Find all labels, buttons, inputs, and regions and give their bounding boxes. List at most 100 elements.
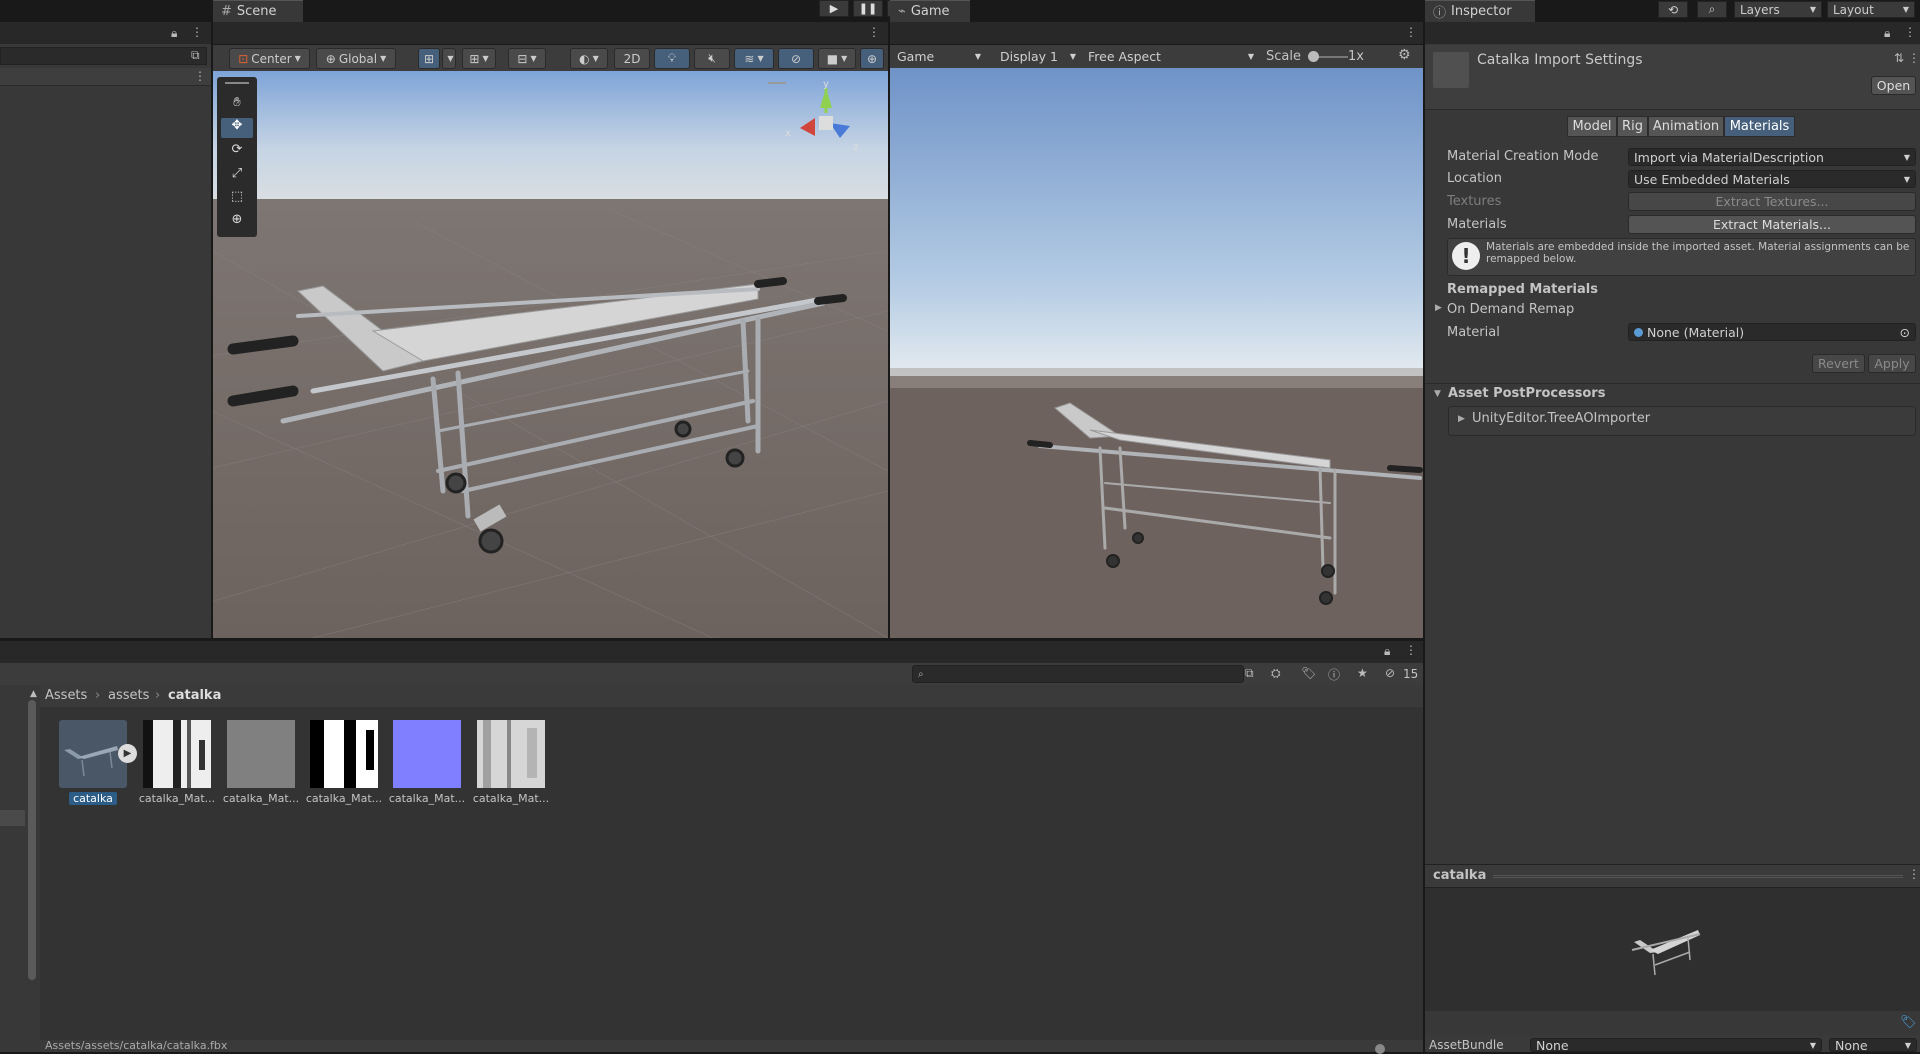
gizmo-menu-icon[interactable] <box>768 82 786 84</box>
bug-icon[interactable]: ⚙ <box>1398 47 1411 63</box>
foldout-arrow-icon[interactable]: ▶ <box>1435 303 1442 313</box>
transform-tool-button[interactable]: ⊕ <box>221 212 253 232</box>
lock-icon[interactable]: 🔒︎ <box>1884 26 1890 41</box>
location-dropdown[interactable]: Use Embedded Materials ▼ <box>1628 170 1916 188</box>
scale-tool-button[interactable]: ⤢ <box>221 166 253 186</box>
more-menu-icon[interactable]: ⋮ <box>194 69 206 83</box>
more-menu-icon[interactable]: ⋮ <box>1405 25 1417 39</box>
audio-toggle[interactable]: 🔇︎ <box>694 48 730 69</box>
pause-button[interactable]: ❚❚ <box>853 0 883 17</box>
palette-handle[interactable] <box>225 82 249 84</box>
view-type-dropdown[interactable]: Game ▼ <box>892 47 986 65</box>
scene-visibility-icon[interactable]: ⧉ <box>191 48 200 63</box>
display-dropdown[interactable]: Display 1 ▼ <box>995 47 1081 65</box>
tab-game[interactable]: ⌁ Game <box>890 0 970 22</box>
gizmos-toggle[interactable]: ⊕ <box>860 48 884 69</box>
orientation-gizmo-icon[interactable]: y x z <box>775 78 865 158</box>
layers-dropdown[interactable]: Layers ▼ <box>1734 1 1822 18</box>
asset-label-normal-map[interactable]: catalka_Mat... <box>385 792 469 805</box>
folder-tree-selected-row[interactable] <box>0 810 25 826</box>
label-tag-icon[interactable]: 🏷︎ <box>1900 1015 1917 1030</box>
camera-dropdown[interactable]: ■ ▼ <box>818 48 856 69</box>
asset-thumb-texture-3[interactable] <box>310 720 378 788</box>
tab-materials[interactable]: Materials <box>1724 116 1795 137</box>
asset-label-texture-3[interactable]: catalka_Mat... <box>302 792 386 805</box>
apply-button[interactable]: Apply <box>1868 354 1916 373</box>
more-menu-icon[interactable]: ⋮ <box>868 25 880 39</box>
grid-snap-dropdown[interactable]: ▼ <box>442 48 456 69</box>
hand-tool-button[interactable]: ✋︎ <box>221 95 253 115</box>
play-button[interactable]: ▶ <box>819 0 849 17</box>
settings-sliders-icon[interactable]: ⇅ <box>1894 51 1904 65</box>
asset-thumb-texture-2[interactable] <box>227 720 295 788</box>
extract-textures-button[interactable]: Extract Textures... <box>1628 192 1916 211</box>
tab-animation[interactable]: Animation <box>1648 116 1724 137</box>
foldout-arrow-icon[interactable]: ▶ <box>1458 414 1465 424</box>
increment-snap-dropdown[interactable]: ⊟ ▼ <box>508 48 546 69</box>
more-menu-icon[interactable]: ⋮ <box>1405 643 1417 657</box>
revert-button[interactable]: Revert <box>1812 354 1865 373</box>
search-button[interactable]: ⌕ <box>1697 1 1727 18</box>
asset-label-texture-2[interactable]: catalka_Mat... <box>219 792 303 805</box>
assetbundle-dropdown[interactable]: None ▼ <box>1530 1038 1822 1053</box>
more-menu-icon[interactable]: ⋮ <box>1908 51 1920 65</box>
filter-by-label-icon[interactable]: 🏷︎ <box>1301 666 1316 680</box>
grid-snap-toggle[interactable]: ⊞ <box>418 48 440 69</box>
undo-history-button[interactable]: ⟲ <box>1658 1 1688 18</box>
more-menu-icon[interactable]: ⋮ <box>1908 867 1920 881</box>
more-menu-icon[interactable]: ⋮ <box>191 25 203 39</box>
tab-inspector[interactable]: ⓘ Inspector <box>1425 0 1535 22</box>
zoom-slider-thumb[interactable] <box>1375 1044 1385 1054</box>
rotate-tool-button[interactable]: ⟳ <box>221 142 253 162</box>
open-button[interactable]: Open <box>1871 76 1916 95</box>
on-demand-remap-foldout[interactable]: On Demand Remap <box>1447 302 1574 317</box>
project-search-input[interactable]: ⌕ <box>912 665 1244 683</box>
scene-visibility-toggle[interactable]: ⊘ <box>778 48 814 69</box>
game-viewport[interactable] <box>890 68 1423 638</box>
asset-label-texture-1[interactable]: catalka_Mat... <box>135 792 219 805</box>
hierarchy-scene-row[interactable] <box>0 68 211 86</box>
foldout-expanded-icon[interactable]: ▼ <box>1434 389 1441 399</box>
breadcrumb-catalka[interactable]: catalka <box>168 688 221 703</box>
favorite-star-icon[interactable]: ★ <box>1357 666 1368 680</box>
lock-icon[interactable]: 🔒︎ <box>1384 644 1390 659</box>
filter-by-type-icon[interactable]: ⛭ <box>1271 666 1281 681</box>
rect-tool-button[interactable]: ⬚ <box>221 189 253 209</box>
tab-model[interactable]: Model <box>1567 116 1617 137</box>
effects-dropdown[interactable]: ≋ ▼ <box>734 48 774 69</box>
hierarchy-search-input[interactable] <box>0 47 207 65</box>
asset-label-catalka[interactable]: catalka <box>69 792 117 805</box>
draw-mode-dropdown[interactable]: ◐ ▼ <box>570 48 608 69</box>
move-tool-button[interactable]: ✥ <box>221 118 253 138</box>
2d-toggle[interactable]: 2D <box>614 48 650 69</box>
scale-slider-thumb[interactable] <box>1308 51 1319 62</box>
aspect-dropdown[interactable]: Free Aspect ▼ <box>1083 47 1259 65</box>
layout-dropdown[interactable]: Layout ▼ <box>1827 1 1915 18</box>
tab-rig[interactable]: Rig <box>1617 116 1648 137</box>
material-creation-mode-dropdown[interactable]: Import via MaterialDescription ▼ <box>1628 148 1916 166</box>
expand-model-icon[interactable]: ▶ <box>118 744 137 763</box>
breadcrumb-assets[interactable]: Assets <box>45 688 87 703</box>
scroll-up-icon[interactable]: ▲ <box>30 689 37 699</box>
pivot-rotation-dropdown[interactable]: ⊕ Global ▼ <box>316 48 396 69</box>
asset-thumb-texture-1[interactable] <box>143 720 211 788</box>
preview-drag-handle[interactable] <box>1493 875 1903 878</box>
lock-icon[interactable]: 🔒︎ <box>171 26 177 41</box>
grid-visibility-dropdown[interactable]: ⊞ ▼ <box>462 48 496 69</box>
orientation-gizmo[interactable] <box>770 78 771 79</box>
asset-thumb-texture-5[interactable] <box>477 720 545 788</box>
asset-label-texture-5[interactable]: catalka_Mat... <box>469 792 553 805</box>
asset-thumb-normal-map[interactable] <box>393 720 461 788</box>
extract-materials-button[interactable]: Extract Materials... <box>1628 215 1916 234</box>
postprocessor-item[interactable]: UnityEditor.TreeAOImporter <box>1472 411 1650 426</box>
more-menu-icon[interactable]: ⋮ <box>1904 25 1916 39</box>
search-by-type-icon[interactable]: ⧉ <box>1245 666 1254 681</box>
assetbundle-variant-dropdown[interactable]: None ▼ <box>1829 1038 1917 1053</box>
pivot-mode-dropdown[interactable]: ⊡ Center ▼ <box>229 48 310 69</box>
object-picker-icon[interactable]: ⊙ <box>1900 325 1910 340</box>
breadcrumb-assets-sub[interactable]: assets <box>108 688 149 703</box>
filter-log-icon[interactable]: ⓘ <box>1328 666 1340 683</box>
folder-tree-scrollbar[interactable] <box>28 700 36 980</box>
asset-postprocessors-header[interactable]: Asset PostProcessors <box>1448 386 1605 401</box>
hidden-packages-icon[interactable]: ⊘ <box>1385 666 1395 680</box>
